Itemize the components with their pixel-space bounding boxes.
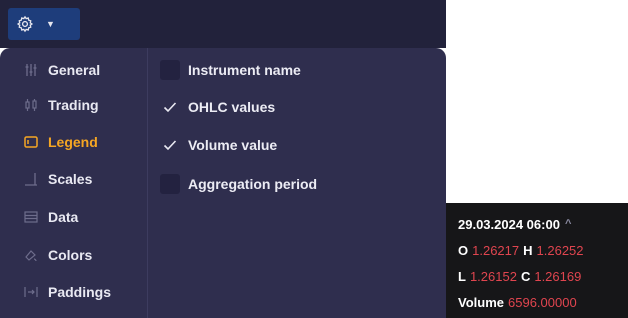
option-label: OHLC values: [188, 99, 276, 115]
settings-sidebar: General Trading Legend Scales Data Color…: [0, 48, 148, 318]
chart-legend: 29.03.2024 06:00 ^ O 1.26217 H 1.26252 L…: [446, 203, 628, 318]
legend-volume-row: Volume 6596.00000: [458, 289, 628, 315]
legend-datetime: 29.03.2024 06:00: [458, 216, 560, 232]
low-label: L: [458, 268, 466, 284]
sidebar-item-label: Colors: [48, 247, 93, 263]
legend-datetime-row: 29.03.2024 06:00 ^: [458, 211, 628, 237]
sidebar-item-label: General: [48, 62, 101, 78]
option-instrument-name[interactable]: Instrument name: [160, 59, 400, 81]
chart-settings-panel: General Trading Legend Scales Data Color…: [0, 48, 446, 318]
gear-icon: [16, 15, 34, 33]
candles-icon: [24, 98, 38, 112]
low-value: 1.26152: [469, 268, 517, 284]
sidebar-item-label: Data: [48, 209, 79, 225]
close-value: 1.26169: [534, 268, 582, 284]
paddings-icon: [24, 285, 38, 299]
sidebar-item-legend[interactable]: Legend: [24, 131, 98, 153]
sidebar-item-label: Scales: [48, 171, 93, 187]
checkbox-instrument-name[interactable]: [160, 60, 180, 80]
high-value: 1.26252: [536, 242, 584, 258]
sidebar-item-general[interactable]: General: [24, 59, 100, 81]
option-label: Aggregation period: [188, 176, 318, 192]
checkbox-ohlc-values[interactable]: [160, 97, 180, 117]
option-volume-value[interactable]: Volume value: [160, 134, 400, 156]
sidebar-item-data[interactable]: Data: [24, 206, 78, 228]
legend-lc-row: L 1.26152 C 1.26169: [458, 263, 628, 289]
scales-icon: [24, 172, 38, 186]
option-label: Instrument name: [188, 62, 301, 78]
caret-down-icon: ▼: [46, 18, 55, 29]
sidebar-item-label: Paddings: [48, 284, 112, 300]
data-icon: [24, 210, 38, 224]
open-value: 1.26217: [472, 242, 520, 258]
sidebar-item-label: Legend: [48, 134, 98, 150]
check-icon: [163, 102, 177, 113]
close-label: C: [520, 268, 531, 284]
sidebar-item-colors[interactable]: Colors: [24, 244, 92, 266]
check-icon: [163, 140, 177, 151]
settings-menu-button[interactable]: ▼: [8, 8, 80, 40]
open-label: O: [458, 242, 469, 258]
volume-value: 6596.00000: [508, 294, 577, 310]
volume-label: Volume: [458, 294, 504, 310]
high-label: H: [523, 242, 533, 258]
option-label: Volume value: [188, 137, 278, 153]
sidebar-item-label: Trading: [48, 97, 99, 113]
legend-oh-row: O 1.26217 H 1.26252: [458, 237, 628, 263]
legend-icon: [24, 135, 38, 149]
chevron-up-icon[interactable]: ^: [565, 218, 571, 230]
checkbox-aggregation-period[interactable]: [160, 174, 180, 194]
checkbox-volume-value[interactable]: [160, 135, 180, 155]
option-ohlc-values[interactable]: OHLC values: [160, 96, 400, 118]
sidebar-item-paddings[interactable]: Paddings: [24, 281, 111, 303]
sidebar-item-trading[interactable]: Trading: [24, 94, 99, 116]
sliders-icon: [24, 63, 38, 77]
option-aggregation-period[interactable]: Aggregation period: [160, 173, 400, 195]
colors-icon: [24, 248, 38, 262]
sidebar-item-scales[interactable]: Scales: [24, 168, 92, 190]
chart-toolbar: ▼: [0, 0, 446, 48]
